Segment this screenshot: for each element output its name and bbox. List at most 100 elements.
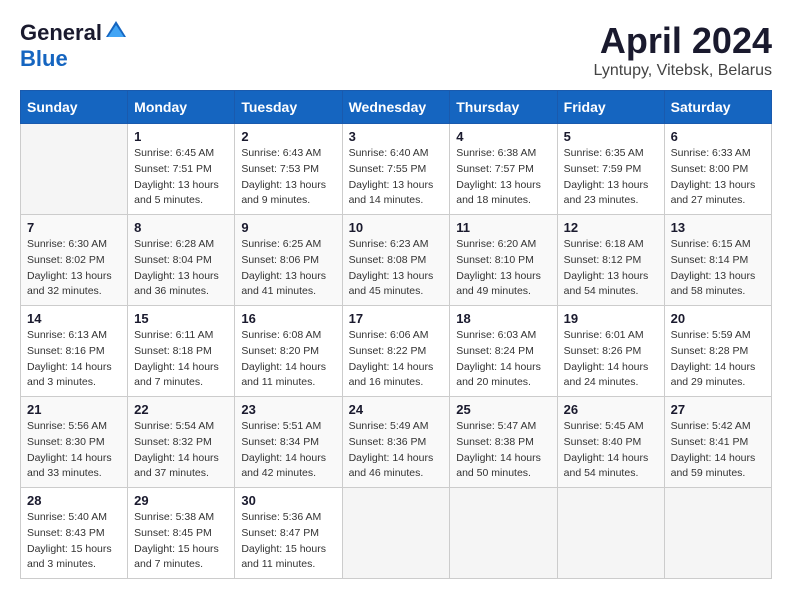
week-row-3: 14Sunrise: 6:13 AMSunset: 8:16 PMDayligh… bbox=[21, 306, 772, 397]
calendar-cell: 29 Sunrise: 5:38 AMSunset: 8:45 PMDayligh… bbox=[128, 488, 235, 579]
calendar-cell: 1Sunrise: 6:45 AMSunset: 7:51 PMDaylight… bbox=[128, 124, 235, 215]
week-row-1: 1Sunrise: 6:45 AMSunset: 7:51 PMDaylight… bbox=[21, 124, 772, 215]
calendar-cell: 3 Sunrise: 6:40 AMSunset: 7:55 PMDaylight… bbox=[342, 124, 450, 215]
day-number: 18 bbox=[456, 311, 550, 326]
sun-info: Sunrise: 6:13 AMSunset: 8:16 PMDaylight:… bbox=[27, 328, 121, 391]
day-number: 12 bbox=[564, 220, 658, 235]
day-number: 22 bbox=[134, 402, 228, 417]
day-number: 21 bbox=[27, 402, 121, 417]
day-number: 29 bbox=[134, 493, 228, 508]
calendar-cell: 12 Sunrise: 6:18 AMSunset: 8:12 PMDayligh… bbox=[557, 215, 664, 306]
sun-info: Sunrise: 6:23 AMSunset: 8:08 PMDaylight:… bbox=[349, 237, 444, 300]
day-number: 27 bbox=[671, 402, 765, 417]
weekday-header-wednesday: Wednesday bbox=[342, 91, 450, 124]
sun-info: Sunrise: 6:43 AMSunset: 7:53 PMDaylight:… bbox=[241, 146, 335, 209]
sun-info: Sunrise: 6:08 AMSunset: 8:20 PMDaylight:… bbox=[241, 328, 335, 391]
sun-info: Sunrise: 5:51 AMSunset: 8:34 PMDaylight:… bbox=[241, 419, 335, 482]
week-row-5: 28Sunrise: 5:40 AMSunset: 8:43 PMDayligh… bbox=[21, 488, 772, 579]
calendar-cell bbox=[557, 488, 664, 579]
weekday-header-sunday: Sunday bbox=[21, 91, 128, 124]
calendar-cell: 13 Sunrise: 6:15 AMSunset: 8:14 PMDayligh… bbox=[664, 215, 771, 306]
day-number: 9 bbox=[241, 220, 335, 235]
sun-info: Sunrise: 5:59 AMSunset: 8:28 PMDaylight:… bbox=[671, 328, 765, 391]
calendar-cell: 30 Sunrise: 5:36 AMSunset: 8:47 PMDayligh… bbox=[235, 488, 342, 579]
day-number: 23 bbox=[241, 402, 335, 417]
day-number: 11 bbox=[456, 220, 550, 235]
day-number: 20 bbox=[671, 311, 765, 326]
sun-info: Sunrise: 6:01 AMSunset: 8:26 PMDaylight:… bbox=[564, 328, 658, 391]
logo-icon bbox=[104, 19, 128, 43]
weekday-header-friday: Friday bbox=[557, 91, 664, 124]
day-number: 25 bbox=[456, 402, 550, 417]
sun-info: Sunrise: 6:11 AMSunset: 8:18 PMDaylight:… bbox=[134, 328, 228, 391]
calendar-cell: 19 Sunrise: 6:01 AMSunset: 8:26 PMDayligh… bbox=[557, 306, 664, 397]
day-number: 3 bbox=[349, 129, 444, 144]
sun-info: Sunrise: 5:36 AMSunset: 8:47 PMDaylight:… bbox=[241, 510, 335, 573]
day-number: 8 bbox=[134, 220, 228, 235]
calendar-cell: 9 Sunrise: 6:25 AMSunset: 8:06 PMDaylight… bbox=[235, 215, 342, 306]
calendar-cell: 2 Sunrise: 6:43 AMSunset: 7:53 PMDaylight… bbox=[235, 124, 342, 215]
sun-info: Sunrise: 5:54 AMSunset: 8:32 PMDaylight:… bbox=[134, 419, 228, 482]
calendar: SundayMondayTuesdayWednesdayThursdayFrid… bbox=[20, 90, 772, 579]
calendar-cell bbox=[21, 124, 128, 215]
sun-info: Sunrise: 5:45 AMSunset: 8:40 PMDaylight:… bbox=[564, 419, 658, 482]
calendar-cell: 23 Sunrise: 5:51 AMSunset: 8:34 PMDayligh… bbox=[235, 397, 342, 488]
day-number: 4 bbox=[456, 129, 550, 144]
sun-info: Sunrise: 6:25 AMSunset: 8:06 PMDaylight:… bbox=[241, 237, 335, 300]
sun-info: Sunrise: 5:42 AMSunset: 8:41 PMDaylight:… bbox=[671, 419, 765, 482]
sun-info: Sunrise: 6:18 AMSunset: 8:12 PMDaylight:… bbox=[564, 237, 658, 300]
calendar-cell: 14Sunrise: 6:13 AMSunset: 8:16 PMDayligh… bbox=[21, 306, 128, 397]
sun-info: Sunrise: 5:38 AMSunset: 8:45 PMDaylight:… bbox=[134, 510, 228, 573]
day-number: 6 bbox=[671, 129, 765, 144]
sun-info: Sunrise: 6:28 AMSunset: 8:04 PMDaylight:… bbox=[134, 237, 228, 300]
day-number: 17 bbox=[349, 311, 444, 326]
week-row-2: 7 Sunrise: 6:30 AMSunset: 8:02 PMDaylight… bbox=[21, 215, 772, 306]
day-number: 1 bbox=[134, 129, 228, 144]
calendar-cell: 5 Sunrise: 6:35 AMSunset: 7:59 PMDaylight… bbox=[557, 124, 664, 215]
calendar-cell: 17Sunrise: 6:06 AMSunset: 8:22 PMDayligh… bbox=[342, 306, 450, 397]
calendar-cell: 25 Sunrise: 5:47 AMSunset: 8:38 PMDayligh… bbox=[450, 397, 557, 488]
sun-info: Sunrise: 6:40 AMSunset: 7:55 PMDaylight:… bbox=[349, 146, 444, 209]
day-number: 2 bbox=[241, 129, 335, 144]
calendar-cell: 10 Sunrise: 6:23 AMSunset: 8:08 PMDayligh… bbox=[342, 215, 450, 306]
calendar-cell: 7 Sunrise: 6:30 AMSunset: 8:02 PMDaylight… bbox=[21, 215, 128, 306]
calendar-cell: 16Sunrise: 6:08 AMSunset: 8:20 PMDayligh… bbox=[235, 306, 342, 397]
weekday-header-tuesday: Tuesday bbox=[235, 91, 342, 124]
day-number: 24 bbox=[349, 402, 444, 417]
day-number: 7 bbox=[27, 220, 121, 235]
logo: General Blue bbox=[20, 20, 128, 72]
calendar-cell: 8 Sunrise: 6:28 AMSunset: 8:04 PMDaylight… bbox=[128, 215, 235, 306]
week-row-4: 21Sunrise: 5:56 AMSunset: 8:30 PMDayligh… bbox=[21, 397, 772, 488]
calendar-cell: 24 Sunrise: 5:49 AMSunset: 8:36 PMDayligh… bbox=[342, 397, 450, 488]
calendar-cell: 28Sunrise: 5:40 AMSunset: 8:43 PMDayligh… bbox=[21, 488, 128, 579]
sun-info: Sunrise: 6:35 AMSunset: 7:59 PMDaylight:… bbox=[564, 146, 658, 209]
day-number: 19 bbox=[564, 311, 658, 326]
sun-info: Sunrise: 6:30 AMSunset: 8:02 PMDaylight:… bbox=[27, 237, 121, 300]
day-number: 10 bbox=[349, 220, 444, 235]
sun-info: Sunrise: 5:40 AMSunset: 8:43 PMDaylight:… bbox=[27, 510, 121, 573]
sun-info: Sunrise: 5:47 AMSunset: 8:38 PMDaylight:… bbox=[456, 419, 550, 482]
calendar-cell: 15 Sunrise: 6:11 AMSunset: 8:18 PMDayligh… bbox=[128, 306, 235, 397]
month-title: April 2024 bbox=[594, 20, 772, 62]
location: Lyntupy, Vitebsk, Belarus bbox=[594, 62, 772, 80]
calendar-cell: 26 Sunrise: 5:45 AMSunset: 8:40 PMDayligh… bbox=[557, 397, 664, 488]
calendar-cell: 21Sunrise: 5:56 AMSunset: 8:30 PMDayligh… bbox=[21, 397, 128, 488]
calendar-cell: 11 Sunrise: 6:20 AMSunset: 8:10 PMDayligh… bbox=[450, 215, 557, 306]
day-number: 15 bbox=[134, 311, 228, 326]
sun-info: Sunrise: 6:03 AMSunset: 8:24 PMDaylight:… bbox=[456, 328, 550, 391]
calendar-cell: 22 Sunrise: 5:54 AMSunset: 8:32 PMDayligh… bbox=[128, 397, 235, 488]
day-number: 26 bbox=[564, 402, 658, 417]
calendar-cell bbox=[450, 488, 557, 579]
sun-info: Sunrise: 5:49 AMSunset: 8:36 PMDaylight:… bbox=[349, 419, 444, 482]
calendar-cell: 6Sunrise: 6:33 AMSunset: 8:00 PMDaylight… bbox=[664, 124, 771, 215]
calendar-cell bbox=[664, 488, 771, 579]
sun-info: Sunrise: 6:20 AMSunset: 8:10 PMDaylight:… bbox=[456, 237, 550, 300]
day-number: 13 bbox=[671, 220, 765, 235]
day-number: 5 bbox=[564, 129, 658, 144]
header: General Blue April 2024 Lyntupy, Vitebsk… bbox=[20, 20, 772, 80]
sun-info: Sunrise: 6:15 AMSunset: 8:14 PMDaylight:… bbox=[671, 237, 765, 300]
day-number: 30 bbox=[241, 493, 335, 508]
title-area: April 2024 Lyntupy, Vitebsk, Belarus bbox=[594, 20, 772, 80]
calendar-cell bbox=[342, 488, 450, 579]
calendar-cell: 20 Sunrise: 5:59 AMSunset: 8:28 PMDayligh… bbox=[664, 306, 771, 397]
